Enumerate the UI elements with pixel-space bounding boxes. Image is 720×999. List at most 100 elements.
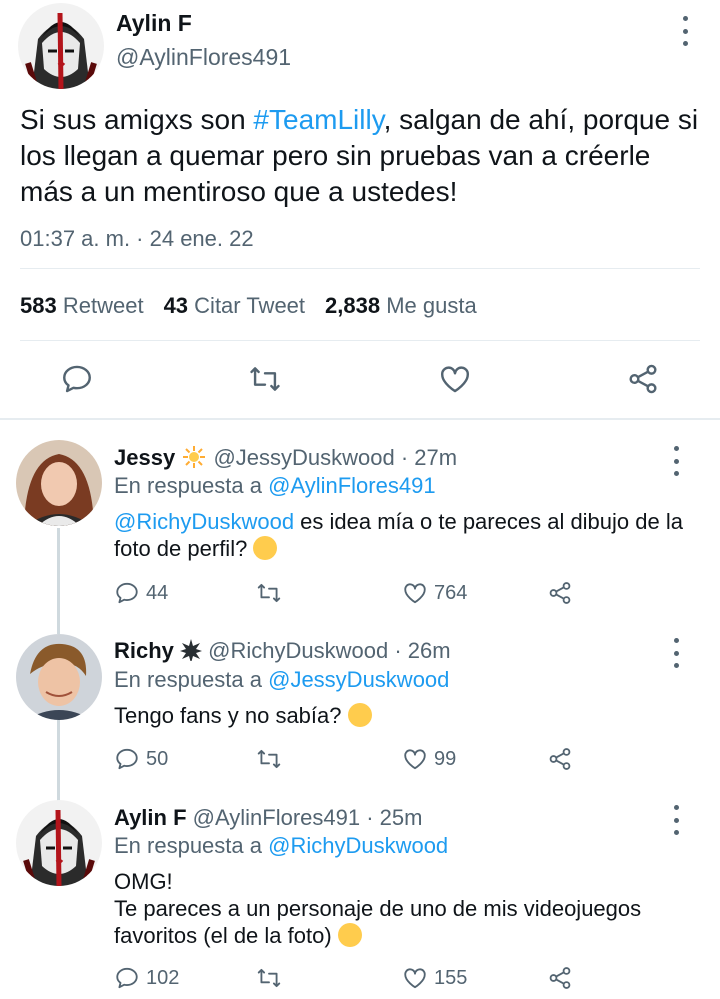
reply-actions: 50 99 [114,746,584,776]
share-icon [547,580,573,606]
reply-count: 50 [146,747,169,770]
divider [20,268,700,269]
reply-header: Jessy @JessyDuskwood · 27m [114,445,457,471]
quotes-label: Citar Tweet [194,293,306,318]
sun-emoji [183,446,206,468]
likes-count: 2,838 [325,293,381,318]
main-tweet-text: Si sus amigxs son #TeamLilly, salgan de … [20,102,710,210]
share-button[interactable] [547,965,573,991]
like-button[interactable]: 764 [402,580,467,606]
like-button[interactable]: 155 [402,965,467,991]
divider [0,418,720,420]
reply-count: 44 [146,581,169,604]
share-icon[interactable] [626,362,660,396]
like-icon[interactable] [438,362,472,396]
more-options-icon[interactable] [665,805,687,835]
in-reply-to-link[interactable]: @AylinFlores491 [268,473,435,498]
in-reply-to: En respuesta a @RichyDuskwood [114,833,448,859]
like-icon [402,965,428,991]
more-options-icon[interactable] [665,638,687,668]
reply-avatar-jessy[interactable] [16,440,102,526]
quotes-stat[interactable]: 43 Citar Tweet [164,293,305,319]
retweets-stat[interactable]: 583 Retweet [20,293,144,319]
reply-text: @RichyDuskwood es idea mía o te pareces … [114,508,694,562]
like-count: 764 [434,581,468,604]
in-reply-to-label: En respuesta a [114,833,262,858]
in-reply-to-label: En respuesta a [114,667,262,692]
retweets-label: Retweet [62,293,144,318]
separator-dot: · [388,638,408,663]
share-button[interactable] [547,580,573,606]
reply-icon [114,746,140,772]
likes-stat[interactable]: 2,838 Me gusta [325,293,477,319]
reply-author-name[interactable]: Jessy [114,445,175,470]
reply-text: Tengo fans y no sabía? [114,702,694,729]
retweet-icon [256,746,282,772]
separator-dot: · [394,445,415,470]
in-reply-to-link[interactable]: @JessyDuskwood [268,667,449,692]
flushed-face-emoji [347,703,372,727]
reply-time[interactable]: 25m [380,805,423,830]
reply-author-handle[interactable]: @JessyDuskwood [213,445,394,470]
like-button[interactable]: 99 [402,746,456,772]
retweet-icon [256,580,282,606]
retweet-button[interactable] [256,580,282,606]
share-icon [547,746,573,772]
like-count: 99 [434,747,457,770]
retweet-button[interactable] [256,746,282,772]
more-options-icon[interactable] [665,446,687,476]
tweet-timestamp[interactable]: 01:37 a. m. · 24 ene. 22 [20,226,254,252]
separator-dot: · [360,805,380,830]
in-reply-to-link[interactable]: @RichyDuskwood [268,833,448,858]
reply-author-handle[interactable]: @RichyDuskwood [208,638,388,663]
reply-text-body: OMG! Te pareces a un personaje de uno de… [114,869,642,948]
flushed-face-emoji [253,536,278,560]
reply-avatar-aylin[interactable] [16,800,102,886]
main-author-handle[interactable]: @AylinFlores491 [116,44,291,71]
reply-icon [114,580,140,606]
reply-text-body: Tengo fans y no sabía? [114,703,342,728]
retweets-count: 583 [20,293,57,318]
like-icon [402,746,428,772]
tweet-text-part: Si sus amigxs son [20,104,254,135]
divider [20,340,700,341]
reply-time[interactable]: 27m [414,445,457,470]
share-button[interactable] [547,746,573,772]
reply-header: Aylin F @AylinFlores491 · 25m [114,805,422,831]
reply-icon[interactable] [60,362,94,396]
reply-button[interactable]: 50 [114,746,168,772]
reply-actions: 102 155 [114,965,584,995]
like-icon [402,580,428,606]
reply-actions: 44 764 [114,580,584,610]
reply-count: 102 [146,966,180,989]
more-options-icon[interactable] [674,16,696,46]
reply-icon [114,965,140,991]
quotes-count: 43 [163,293,189,318]
reply-time[interactable]: 26m [408,638,451,663]
in-reply-to: En respuesta a @AylinFlores491 [114,473,436,499]
reply-avatar-richy[interactable] [16,634,102,720]
retweet-icon [256,965,282,991]
in-reply-to: En respuesta a @JessyDuskwood [114,667,449,693]
main-author-avatar[interactable] [18,3,104,89]
reply-header: Richy @RichyDuskwood · 26m [114,638,451,664]
reply-author-name[interactable]: Richy [114,638,174,663]
like-count: 155 [434,966,468,989]
in-reply-to-label: En respuesta a [114,473,262,498]
retweet-icon[interactable] [248,362,282,396]
reply-author-name[interactable]: Aylin F [114,805,187,830]
reply-author-handle[interactable]: @AylinFlores491 [193,805,360,830]
likes-label: Me gusta [386,293,477,318]
reply-text: OMG! Te pareces a un personaje de uno de… [114,868,694,949]
hashtag-link[interactable]: #TeamLilly [253,104,383,135]
crying-face-emoji [337,923,362,947]
main-author-name[interactable]: Aylin F [116,10,192,37]
thread-line [57,528,60,634]
thread-line [57,720,60,802]
reply-button[interactable]: 102 [114,965,179,991]
retweet-button[interactable] [256,965,282,991]
share-icon [547,965,573,991]
mention-link[interactable]: @RichyDuskwood [114,509,294,534]
reply-button[interactable]: 44 [114,580,168,606]
burst-emoji [180,639,203,663]
